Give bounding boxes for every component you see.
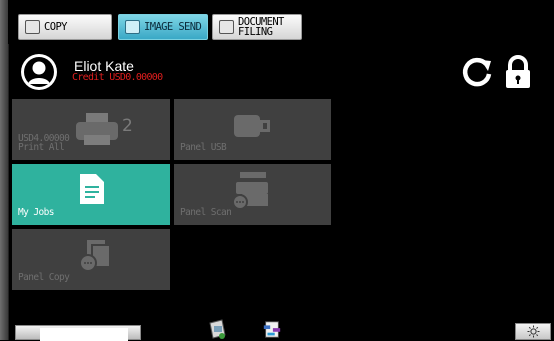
user-credit: Credit USD0.00000 [72,72,163,83]
brightness-button[interactable] [515,323,551,340]
job-status-icon[interactable] [207,319,227,340]
scanner-icon [232,172,268,210]
left-frame-edge [0,0,9,340]
panel-usb-label: Panel USB [180,142,227,153]
brightness-icon [527,325,539,338]
user-avatar-icon [21,54,57,90]
image-send-mode-icon [125,20,140,34]
bottom-status-field-inner [40,328,128,341]
panel-usb-tile[interactable]: Panel USB [174,99,331,160]
bottom-status-field[interactable] [15,325,141,341]
panel-scan-label: Panel Scan [180,207,232,218]
document-icon [80,174,104,204]
refresh-icon[interactable] [459,54,495,90]
lock-icon[interactable] [502,54,534,90]
document-filing-mode-label: DOCUMENT FILING [238,16,284,38]
copy-mode-label: COPY [44,21,67,33]
image-send-mode-button[interactable]: IMAGE SEND [118,14,208,40]
print-all-label: Print All [18,142,65,153]
my-jobs-label: My Jobs [18,207,54,218]
document-stack-icon[interactable] [262,319,282,340]
copy-icon [79,238,111,272]
document-filing-mode-icon [219,20,234,34]
panel-copy-tile[interactable]: Panel Copy [12,229,170,290]
print-all-tile[interactable]: USD4.00000 2 Print All [12,99,170,160]
copy-mode-icon [25,20,40,34]
copy-mode-button[interactable]: COPY [18,14,112,40]
my-jobs-tile[interactable]: My Jobs [12,164,170,225]
image-send-mode-label: IMAGE SEND [144,21,202,33]
printer-icon [76,113,118,145]
document-filing-mode-button[interactable]: DOCUMENT FILING [212,14,302,40]
panel-scan-tile[interactable]: Panel Scan [174,164,331,225]
panel-copy-label: Panel Copy [18,272,70,283]
usb-icon [234,115,270,137]
print-all-count: 2 [122,116,133,136]
